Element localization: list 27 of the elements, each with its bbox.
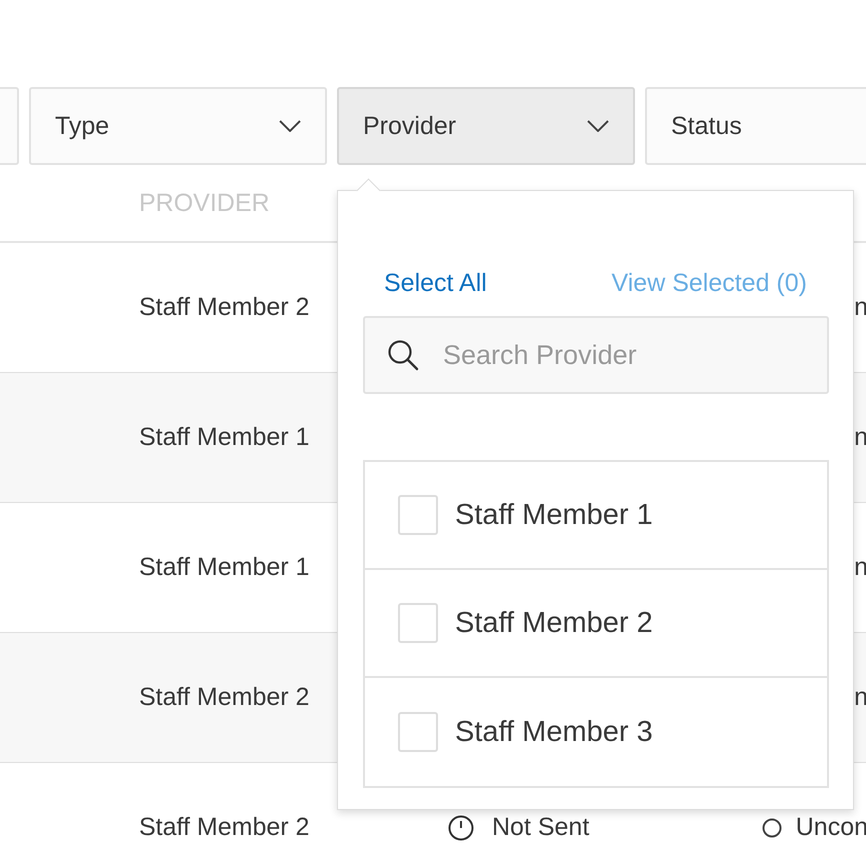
search-field[interactable]: Search Provider: [363, 316, 829, 394]
table-cell: Not Sent: [492, 813, 590, 842]
table-cell: Staff Member 2: [139, 683, 310, 711]
table-cell: Staff Member 1: [139, 553, 310, 581]
table-cell: n: [854, 293, 866, 322]
table-cell: Staff Member 2: [139, 293, 310, 321]
list-item[interactable]: Staff Member 1: [365, 462, 827, 570]
select-all-link[interactable]: Select All: [384, 269, 487, 298]
table-cell: n: [854, 553, 866, 582]
table-cell: n: [854, 423, 866, 452]
chevron-down-icon: [279, 120, 301, 132]
filter-dropdown[interactable]: Type: [29, 87, 327, 165]
filter-dropdown[interactable]: Provider: [337, 87, 635, 165]
filter-dropdown[interactable]: Status: [645, 87, 866, 165]
list-item[interactable]: Staff Member 3: [365, 678, 827, 786]
search-icon: [387, 339, 419, 371]
table-cell: Staff Member 2: [139, 813, 310, 841]
checkbox[interactable]: [398, 495, 438, 535]
table-cell: n: [854, 683, 866, 712]
checkbox[interactable]: [398, 603, 438, 643]
checkbox[interactable]: [398, 712, 438, 752]
chevron-down-icon: [587, 120, 609, 132]
circle-icon: [762, 818, 782, 838]
clock-icon: [448, 814, 474, 840]
table-cell: Staff Member 1: [139, 423, 310, 451]
table-cell: Uncon: [796, 813, 866, 842]
list-item[interactable]: Staff Member 2: [365, 570, 827, 678]
